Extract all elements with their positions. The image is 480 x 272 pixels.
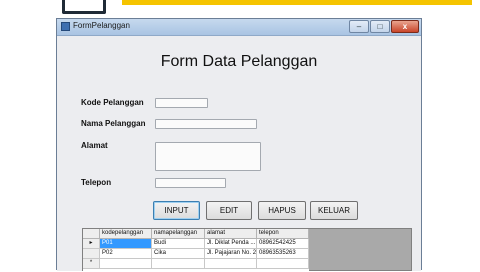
- alamat-label: Alamat: [81, 141, 108, 150]
- kode-pelanggan-label: Kode Pelanggan: [81, 98, 144, 107]
- form-window: FormPelanggan – □ x Form Data Pelanggan …: [56, 18, 422, 272]
- column-header-kodepelanggan[interactable]: kodepelanggan: [100, 229, 152, 239]
- minimize-button[interactable]: –: [349, 20, 369, 33]
- table-cell-nama[interactable]: Cika: [152, 249, 205, 259]
- table-cell-telepon[interactable]: [257, 259, 309, 269]
- app-icon: [61, 22, 70, 31]
- accent-bar: [122, 0, 472, 5]
- pelanggan-data-grid[interactable]: kodepelanggan namapelanggan alamat telep…: [82, 228, 412, 272]
- column-header-telepon[interactable]: telepon: [257, 229, 309, 239]
- form-client-area: Form Data Pelanggan Kode Pelanggan Nama …: [57, 37, 421, 272]
- input-button[interactable]: INPUT: [153, 201, 200, 220]
- edit-button[interactable]: EDIT: [206, 201, 252, 220]
- table-cell-kode[interactable]: P02: [100, 249, 152, 259]
- column-header-namapelanggan[interactable]: namapelanggan: [152, 229, 205, 239]
- nama-pelanggan-label: Nama Pelanggan: [81, 119, 146, 128]
- grid-corner[interactable]: [83, 229, 100, 239]
- alamat-textarea[interactable]: [155, 142, 261, 171]
- hapus-button[interactable]: HAPUS: [258, 201, 306, 220]
- table-cell-alamat[interactable]: Jl. Diklat Penda ...: [205, 239, 257, 249]
- close-button[interactable]: x: [391, 20, 419, 33]
- column-header-alamat[interactable]: alamat: [205, 229, 257, 239]
- table-cell-kode[interactable]: [100, 259, 152, 269]
- table-cell-telepon[interactable]: 08962542425: [257, 239, 309, 249]
- telepon-input[interactable]: [155, 178, 226, 188]
- title-bar[interactable]: FormPelanggan – □ x: [57, 19, 421, 36]
- new-row-header[interactable]: *: [83, 259, 100, 269]
- kode-pelanggan-input[interactable]: [155, 98, 208, 108]
- table-cell-alamat[interactable]: [205, 259, 257, 269]
- table-cell-nama[interactable]: Budi: [152, 239, 205, 249]
- row-header-current[interactable]: ▸: [83, 239, 100, 249]
- nama-pelanggan-input[interactable]: [155, 119, 257, 129]
- grid-content: kodepelanggan namapelanggan alamat telep…: [83, 229, 309, 272]
- form-heading: Form Data Pelanggan: [160, 53, 318, 70]
- table-cell-alamat[interactable]: Jl. Pajajaran No. 27: [205, 249, 257, 259]
- table-cell-kode[interactable]: P01: [100, 239, 152, 249]
- telepon-label: Telepon: [81, 178, 112, 187]
- window-title: FormPelanggan: [73, 21, 130, 30]
- maximize-button[interactable]: □: [370, 20, 390, 33]
- keluar-button[interactable]: KELUAR: [310, 201, 358, 220]
- monitor-icon: [62, 0, 106, 14]
- table-cell-telepon[interactable]: 08963535263: [257, 249, 309, 259]
- table-cell-nama[interactable]: [152, 259, 205, 269]
- row-header[interactable]: [83, 249, 100, 259]
